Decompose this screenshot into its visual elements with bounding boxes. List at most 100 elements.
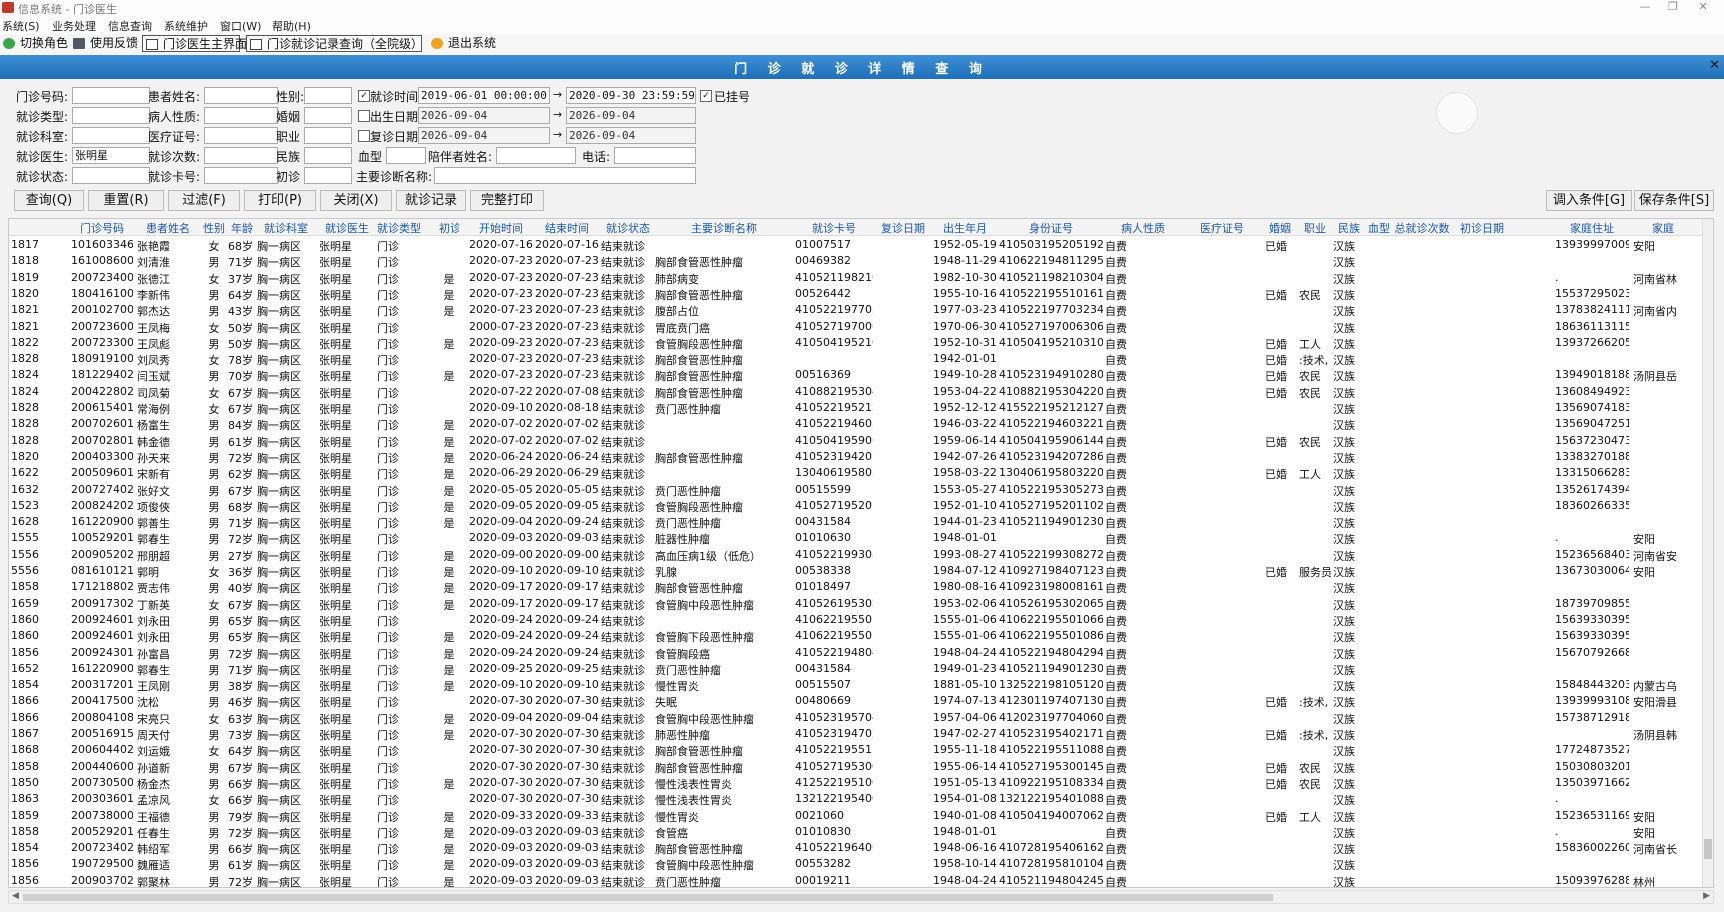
- full-print-button[interactable]: 完整打印: [470, 190, 544, 211]
- table-row[interactable]: 1819 2007234003 张德江 女 37岁胸一病区 张明星 门诊 是 2020-07-2…: [9, 270, 1713, 286]
- menu-window[interactable]: 窗口(W): [220, 18, 261, 34]
- visit-record-button[interactable]: 就诊记录: [396, 190, 466, 211]
- ethnicity-select[interactable]: [304, 147, 352, 164]
- table-row[interactable]: 1828 2007028015 韩金德 男 61岁胸一病区 张明星 门诊 是 2020-07-0…: [9, 433, 1713, 449]
- table-row[interactable]: 1555 1005292012 郭春生 男 72岁胸一病区 张明星 门诊 2020-09-03…: [9, 530, 1713, 546]
- exit-system-button[interactable]: 退出系统: [428, 35, 496, 52]
- column-header[interactable]: 开始时间: [469, 220, 533, 236]
- birth-date-checkbox[interactable]: [358, 110, 370, 122]
- table-row[interactable]: 1856 2009243014 孙富昌 男 72岁胸一病区 张明星 门诊 是 2020-09-2…: [9, 645, 1713, 661]
- column-header[interactable]: 就诊医生: [319, 220, 375, 236]
- table-row[interactable]: 1868 2006044021 刘运娥 女 64岁胸一病区 张明星 门诊 2020-07-30…: [9, 742, 1713, 758]
- table-row[interactable]: 1821 2001027005 郭杰达 男 43岁胸一病区 张明星 门诊 是 2020-07-2…: [9, 302, 1713, 318]
- revisit-date-checkbox[interactable]: [358, 130, 370, 142]
- card-no-input[interactable]: [204, 167, 278, 184]
- column-header[interactable]: 就诊类型: [377, 220, 421, 236]
- column-header[interactable]: 病人性质: [1105, 220, 1181, 236]
- visit-records-table[interactable]: 门诊号码 患者姓名 性别 年龄 就诊科室 就诊医生 就诊类型 初诊 开始时间 结束时间 就诊状态 主要…: [8, 218, 1714, 888]
- table-row[interactable]: 5556 0816101215 郭明 女 36岁胸一病区 张明星 门诊 是 2020-09-10…: [9, 563, 1713, 579]
- column-header[interactable]: 家庭: [1633, 220, 1693, 236]
- revisit-date-to[interactable]: 2026-09-04: [566, 127, 696, 144]
- table-row[interactable]: 1523 2008242023 项俊俠 男 68岁胸一病区 张明星 门诊 是 2020-09-0…: [9, 498, 1713, 514]
- column-header[interactable]: 总就诊次数: [1393, 220, 1451, 236]
- column-header[interactable]: 门诊号码: [71, 220, 133, 236]
- table-row[interactable]: 1828 1809191007 刘凤秀 女 78岁胸一病区 张明星 门诊 2020-07-23…: [9, 351, 1713, 367]
- first-visit-select[interactable]: [304, 167, 352, 184]
- table-row[interactable]: 1828 2006154012 常海例 女 67岁胸一病区 张明星 门诊 2020-09-10…: [9, 400, 1713, 416]
- filter-button[interactable]: 过滤(F): [168, 190, 240, 211]
- reset-button[interactable]: 重置(R): [88, 190, 164, 211]
- birth-date-to[interactable]: 2026-09-04: [566, 107, 696, 124]
- column-header[interactable]: 就诊科室: [257, 220, 315, 236]
- vertical-scroll-thumb[interactable]: [1704, 839, 1712, 859]
- table-row[interactable]: 1866 2004175005 沈松 男 46岁胸一病区 张明星 门诊 2020-07-302…: [9, 693, 1713, 709]
- patient-name-input[interactable]: [204, 87, 278, 104]
- menu-system[interactable]: 系统(S): [2, 18, 40, 34]
- table-row[interactable]: 1858 2005292012 任春生 男 72岁胸一病区 张明星 门诊 是 2020-09-0…: [9, 824, 1713, 840]
- column-header[interactable]: 复诊日期: [875, 220, 931, 236]
- revisit-date-from[interactable]: 2026-09-04: [418, 127, 550, 144]
- minimize-icon[interactable]: —: [1632, 0, 1658, 13]
- switch-role-button[interactable]: 切换角色: [0, 35, 68, 52]
- marriage-select[interactable]: [304, 107, 352, 124]
- column-header[interactable]: 医疗证号: [1185, 220, 1259, 236]
- job-select[interactable]: [304, 127, 352, 144]
- scroll-left-icon[interactable]: ◀: [12, 891, 19, 901]
- table-row[interactable]: 1628 1612209003 郭善生 男 71岁胸一病区 张明星 门诊 是 2020-09-0…: [9, 514, 1713, 530]
- import-conditions-button[interactable]: 调入条件[G]: [1546, 190, 1632, 211]
- table-row[interactable]: 1824 2004228022 司凤菊 女 67岁胸一病区 张明星 门诊 2020-07-22…: [9, 384, 1713, 400]
- diagnosis-name-input[interactable]: [434, 167, 696, 184]
- table-row[interactable]: 1652 1612209003 郭春生 男 71岁胸一病区 张明星 门诊 是 2020-09-2…: [9, 661, 1713, 677]
- vertical-scrollbar[interactable]: [1702, 219, 1713, 887]
- horizontal-scroll-thumb[interactable]: [23, 894, 1273, 901]
- column-header[interactable]: 血型: [1367, 220, 1391, 236]
- visit-time-to[interactable]: 2020-09-30 23:59:59: [566, 87, 696, 104]
- gender-select[interactable]: [304, 87, 352, 104]
- table-row[interactable]: 1863 2003036016 孟凉风 女 66岁胸一病区 张明星 门诊 2020-07-30…: [9, 791, 1713, 807]
- column-header[interactable]: 主要诊断名称: [655, 220, 793, 236]
- table-row[interactable]: 1556 2009052022 邢朋超 男 27岁胸一病区 张明星 门诊 是 2020-09-0…: [9, 547, 1713, 563]
- blood-type-select[interactable]: [386, 147, 426, 164]
- column-header[interactable]: 民族: [1333, 220, 1365, 236]
- visit-type-select[interactable]: [72, 107, 150, 124]
- menu-maintenance[interactable]: 系统维护: [164, 18, 208, 34]
- clinic-no-input[interactable]: [72, 87, 150, 104]
- table-row[interactable]: 1867 2005169156 周天付 男 73岁胸一病区 张明星 门诊 是 2020-07-3…: [9, 726, 1713, 742]
- table-row[interactable]: 1866 2008041088 宋亮只 女 63岁胸一病区 张明星 门诊 是 2020-09-0…: [9, 710, 1713, 726]
- table-row[interactable]: 1822 2007233008 王凤彪 男 50岁胸一病区 张明星 门诊 是 2020-09-2…: [9, 335, 1713, 351]
- column-header[interactable]: 年龄: [228, 220, 256, 236]
- menu-info-query[interactable]: 信息查询: [108, 18, 152, 34]
- table-row[interactable]: 1820 1804161009 李新伟 男 64岁胸一病区 张明星 门诊 是 2020-07-2…: [9, 286, 1713, 302]
- table-row[interactable]: 1860 2009246018 刘永田 男 65岁胸一病区 张明星 门诊 是 2020-09-2…: [9, 628, 1713, 644]
- table-row[interactable]: 1850 2007305007 杨金杰 男 66岁胸一病区 张明星 门诊 是 2020-07-3…: [9, 775, 1713, 791]
- scroll-right-icon[interactable]: ▶: [1703, 891, 1710, 901]
- column-header[interactable]: 婚姻: [1265, 220, 1295, 236]
- table-row[interactable]: 1856 2009037023 郭聚林 男 72岁胸一病区 张明星 门诊 是 2020-09-0…: [9, 873, 1713, 887]
- column-header[interactable]: 职业: [1299, 220, 1331, 236]
- save-conditions-button[interactable]: 保存条件[S]: [1634, 190, 1714, 211]
- print-button[interactable]: 打印(P): [244, 190, 316, 211]
- table-row[interactable]: 1858 2004406001 孙道新 男 67岁胸一病区 张明星 门诊 2020-07-30…: [9, 759, 1713, 775]
- menu-help[interactable]: 帮助(H): [272, 18, 311, 34]
- table-row[interactable]: 1856 1907295003 魏雁适 男 61岁胸一病区 张明星 门诊 是 2020-09-0…: [9, 856, 1713, 872]
- patient-nature-select[interactable]: [204, 107, 278, 124]
- table-row[interactable]: 1859 2007380002 王福德 男 79岁胸一病区 张明星 门诊 是 2020-09-3…: [9, 808, 1713, 824]
- close-window-icon[interactable]: ✕: [1690, 0, 1716, 13]
- table-row[interactable]: 1858 1712188021 贾志伟 男 40岁胸一病区 张明星 门诊 是 2020-09-1…: [9, 579, 1713, 595]
- feedback-button[interactable]: 使用反馈: [70, 35, 138, 52]
- table-row[interactable]: 1824 1812294020 闫玉斌 男 70岁胸一病区 张明星 门诊 是 2020-07-2…: [9, 367, 1713, 383]
- visit-time-from[interactable]: 2019-06-01 00:00:00: [418, 87, 550, 104]
- table-row[interactable]: 1659 2009173021 丁新英 女 67岁胸一病区 张明星 门诊 是 2020-09-1…: [9, 596, 1713, 612]
- restore-icon[interactable]: ❐: [1660, 0, 1686, 13]
- column-header[interactable]: 初诊日期: [1453, 220, 1511, 236]
- column-header[interactable]: 初诊: [439, 220, 459, 236]
- table-row[interactable]: 1632 2007274027 张好文 男 67岁胸一病区 张明星 门诊 是 2020-05-0…: [9, 482, 1713, 498]
- phone-input[interactable]: [614, 147, 696, 164]
- column-header[interactable]: 家庭住址: [1555, 220, 1629, 236]
- column-header[interactable]: 出生年月: [933, 220, 997, 236]
- table-row[interactable]: 1820 2004033008 孙天来 男 72岁胸一病区 张明星 门诊 是 2020-06-2…: [9, 449, 1713, 465]
- visit-count-input[interactable]: [204, 147, 278, 164]
- doctor-select[interactable]: 张明星: [72, 147, 150, 164]
- registered-checkbox[interactable]: ✓: [700, 90, 712, 102]
- column-header[interactable]: 结束时间: [535, 220, 599, 236]
